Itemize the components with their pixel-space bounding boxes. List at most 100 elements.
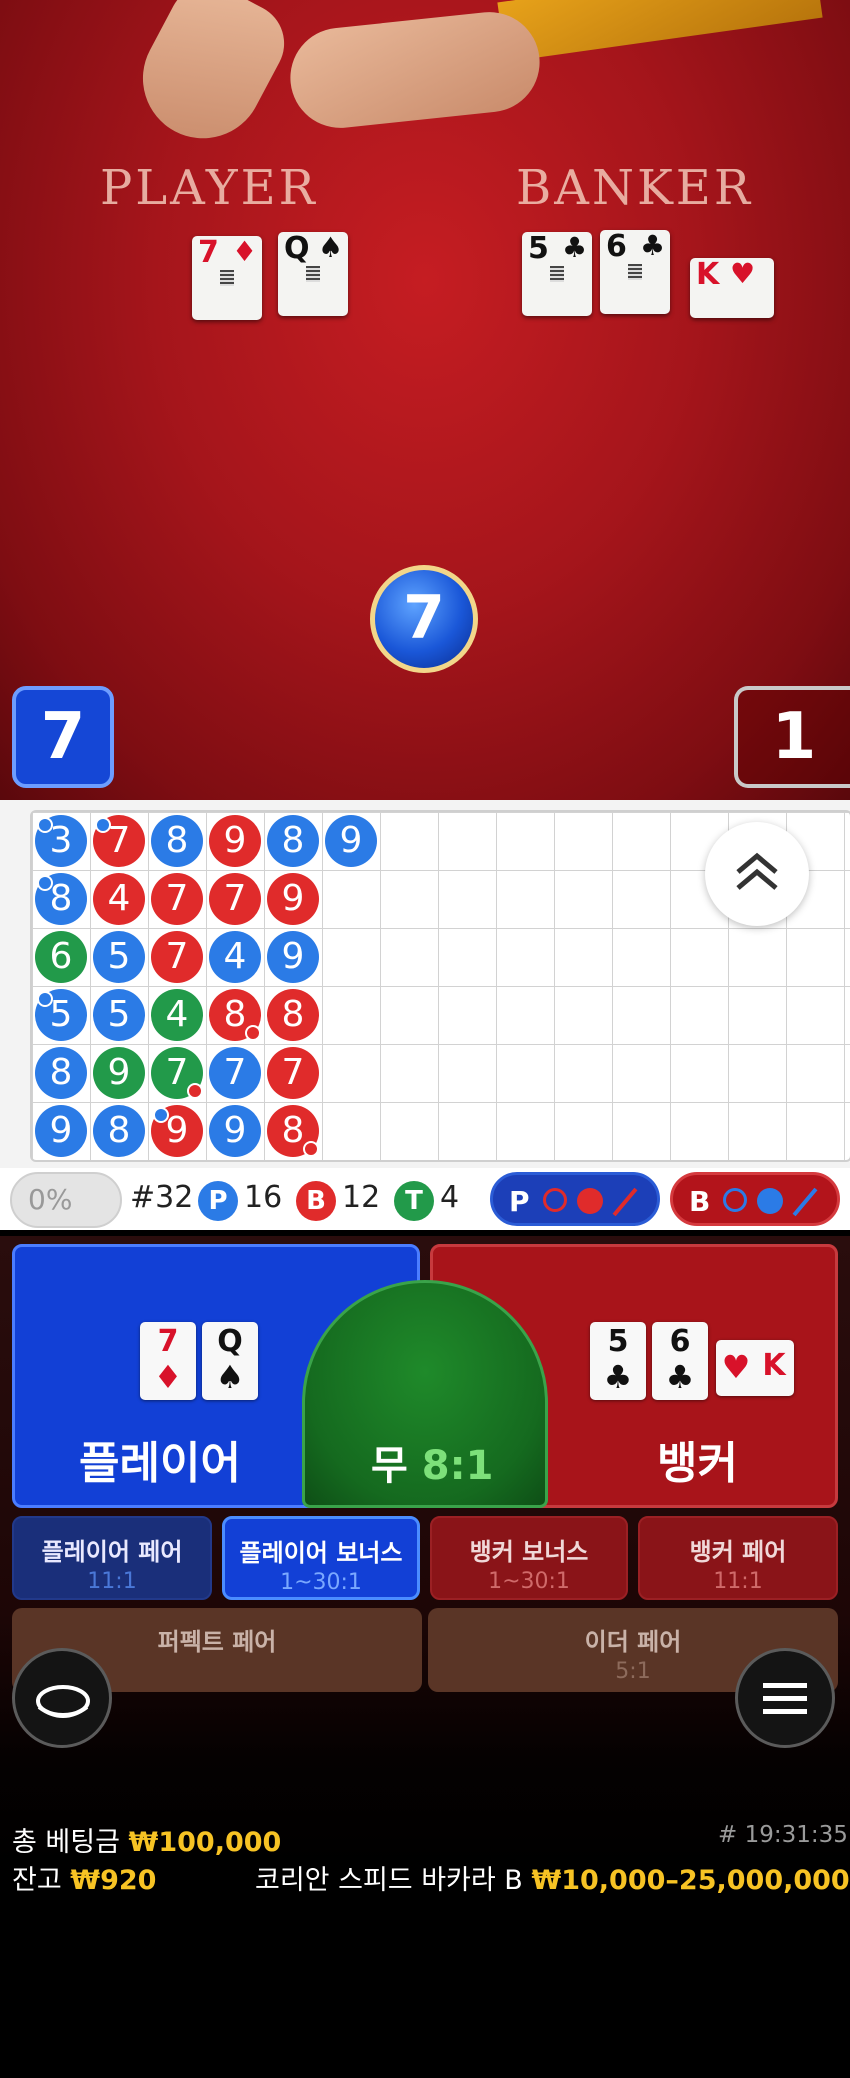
banker-score-badge: 1 [734, 686, 850, 788]
bead-player: 8 [35, 1047, 87, 1099]
bead-banker: 8 [209, 989, 261, 1041]
banker-count: 12 [342, 1180, 381, 1215]
bead-player: 8 [151, 815, 203, 867]
player-bonus-bet[interactable]: 플레이어 보너스 1~30:1 [222, 1516, 420, 1600]
card-suit-icon: ♠ [318, 231, 344, 264]
bead-player: 9 [267, 931, 319, 983]
bead-player: 8 [35, 873, 87, 925]
bead-banker: 9 [267, 873, 319, 925]
banker-bonus-label: 뱅커 보너스 [469, 1538, 589, 1566]
card-rank: K [762, 1348, 786, 1383]
card-suit-icon: ♦ [232, 235, 258, 268]
bead-banker: 7 [209, 873, 261, 925]
timestamp: # 19:31:35 [718, 1822, 848, 1848]
bead-tie: 6 [35, 931, 87, 983]
chip-tray-button[interactable] [12, 1648, 112, 1748]
tie-bet-label: 무 [371, 1443, 408, 1489]
player-pair-marker [37, 817, 53, 833]
bead-player: 5 [93, 989, 145, 1041]
card-rank: 5 [607, 1324, 629, 1359]
big-eye-ring-icon [723, 1188, 747, 1212]
table-card-banker-3: K ♥ [690, 258, 774, 318]
player-pair-marker [37, 875, 53, 891]
bead-player: 7 [209, 1047, 261, 1099]
cockroach-slash-icon [612, 1187, 638, 1217]
tie-count-icon: T [394, 1181, 434, 1221]
bead-player: 8 [93, 1105, 145, 1157]
bead-player: 9 [209, 1105, 261, 1157]
bead-banker: 7 [151, 873, 203, 925]
bead-player: 9 [325, 815, 377, 867]
bet-card-banker-3: K ♥ [716, 1340, 794, 1396]
banker-pair-marker [303, 1141, 319, 1157]
banker-prediction-button[interactable]: B [670, 1172, 840, 1226]
tie-bet-spot[interactable]: 무 8:1 [302, 1280, 548, 1508]
player-count: 16 [244, 1180, 283, 1215]
player-pair-marker [37, 991, 53, 1007]
live-video-feed: PLAYER BANKER 7 ♦ Q ♠ 5 ♣ 6 ♣ K ♥ 7 [0, 0, 850, 800]
total-bet-label: 총 베팅금 [12, 1827, 120, 1858]
small-road-dot-icon [757, 1188, 783, 1214]
bet-card-player-1: 7 ♦ [140, 1322, 196, 1400]
banker-prediction-label: B [689, 1185, 711, 1218]
bead-player: 9 [35, 1105, 87, 1157]
table-card-player-1: 7 ♦ [192, 236, 262, 320]
banker-bonus-odds: 1~30:1 [488, 1569, 570, 1594]
card-suit-icon: ♣ [603, 1358, 633, 1396]
cockroach-slash-icon [792, 1187, 818, 1217]
card-suit-icon: ♠ [215, 1358, 245, 1396]
collapse-roadmap-button[interactable] [705, 822, 809, 926]
bead-player: 8 [267, 815, 319, 867]
bead-banker: 7 [151, 931, 203, 983]
banker-pair-marker [187, 1083, 203, 1099]
chevron-double-up-icon [736, 852, 778, 890]
dealer-hands [120, 0, 823, 160]
table-limits: ₩10,000–25,000,000 [531, 1865, 850, 1896]
player-pair-bet[interactable]: 플레이어 페어 11:1 [12, 1516, 212, 1600]
chips-icon [36, 1685, 90, 1718]
percent-toggle[interactable]: 0% [10, 1172, 122, 1228]
bead-banker: 7 [267, 1047, 319, 1099]
menu-button[interactable] [735, 1648, 835, 1748]
tie-count: 4 [440, 1180, 460, 1215]
player-score-badge: 7 [12, 686, 114, 788]
table-card-banker-2: 6 ♣ [600, 230, 670, 314]
bead-tie: 7 [151, 1047, 203, 1099]
player-pair-marker [153, 1107, 169, 1123]
bet-card-banker-1: 5 ♣ [590, 1322, 646, 1400]
bet-card-banker-2: 6 ♣ [652, 1322, 708, 1400]
banker-pair-marker [245, 1025, 261, 1041]
player-prediction-label: P [509, 1185, 530, 1218]
player-count-icon: P [198, 1181, 238, 1221]
banker-pair-bet[interactable]: 뱅커 페어 11:1 [638, 1516, 838, 1600]
total-bet-value: ₩100,000 [128, 1827, 282, 1858]
banker-bet-label: 뱅커 [657, 1438, 738, 1489]
card-rank: Q [284, 231, 310, 266]
bead-player: 5 [35, 989, 87, 1041]
small-road-dot-icon [577, 1188, 603, 1214]
bead-banker: 9 [209, 815, 261, 867]
player-prediction-button[interactable]: P [490, 1172, 660, 1226]
bead-tie: 4 [151, 989, 203, 1041]
card-rank: 6 [606, 229, 627, 264]
card-suit-icon: ♣ [665, 1358, 695, 1396]
banker-pair-odds: 11:1 [713, 1569, 763, 1594]
card-rank: 6 [669, 1324, 691, 1359]
balance-value: ₩920 [70, 1865, 157, 1896]
card-suit-icon: ♣ [640, 229, 666, 262]
player-bonus-label: 플레이어 보너스 [239, 1539, 403, 1567]
tie-bet-odds: 8:1 [421, 1443, 494, 1489]
big-eye-ring-icon [543, 1188, 567, 1212]
bead-banker: 7 [93, 815, 145, 867]
banker-side-label: BANKER [516, 160, 753, 216]
card-suit-icon: ♣ [562, 231, 588, 264]
banker-bonus-bet[interactable]: 뱅커 보너스 1~30:1 [430, 1516, 628, 1600]
banker-count-icon: B [296, 1181, 336, 1221]
card-suit-icon: ♦ [153, 1358, 183, 1396]
banker-pair-label: 뱅커 페어 [689, 1538, 787, 1566]
bead-tie: 9 [93, 1047, 145, 1099]
player-bonus-odds: 1~30:1 [280, 1570, 362, 1595]
table-card-banker-1: 5 ♣ [522, 232, 592, 316]
round-number: #32 [130, 1180, 194, 1215]
menu-icon [763, 1683, 807, 1714]
